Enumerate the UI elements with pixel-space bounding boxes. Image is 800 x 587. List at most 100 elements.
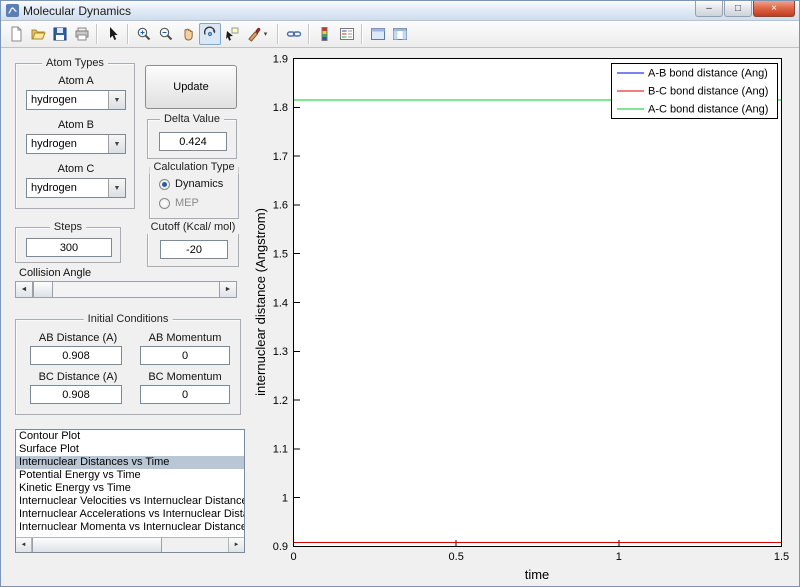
listbox-hscrollbar[interactable]: ◄ ► (16, 537, 244, 552)
slider-left-arrow[interactable]: ◄ (16, 282, 33, 297)
data-cursor-button[interactable] (221, 23, 243, 45)
new-figure-icon (11, 26, 22, 42)
atom-c-select[interactable]: hydrogen ▼ (26, 178, 126, 198)
y-tick-label: 1.2 (273, 395, 288, 407)
delta-value-panel: Delta Value 0.424 (147, 113, 237, 159)
chevron-down-icon[interactable]: ▼ (108, 91, 125, 109)
bc-momentum-field[interactable]: 0 (140, 385, 230, 404)
list-item[interactable]: Surface Plot (16, 443, 244, 456)
y-tick-label: 1.1 (273, 444, 288, 456)
delta-value-field[interactable]: 0.424 (159, 132, 227, 151)
save-figure-button[interactable] (49, 23, 71, 45)
list-item[interactable]: Contour Plot (16, 430, 244, 443)
open-file-icon (31, 29, 46, 40)
window-title: Molecular Dynamics (23, 3, 132, 18)
list-item[interactable]: Internuclear Momenta vs Internuclear Dis… (16, 521, 244, 534)
chevron-down-icon[interactable]: ▼ (108, 179, 125, 197)
y-tick-label: 1.4 (273, 297, 288, 309)
window-titlebar[interactable]: Molecular Dynamics – □ × (1, 1, 799, 21)
atom-types-panel: Atom Types Atom A hydrogen ▼ Atom B hydr… (15, 57, 135, 209)
show-plot-tools-button[interactable] (389, 23, 411, 45)
window-controls: – □ × (694, 1, 795, 17)
zoom-in-icon (137, 27, 151, 41)
atom-b-value: hydrogen (31, 138, 77, 150)
hscroll-thumb[interactable] (32, 538, 162, 552)
plot-area: 0.9 1 1.1 1.2 1.3 1.4 1.5 1.6 1.7 1.8 1.… (253, 53, 789, 582)
steps-field[interactable]: 300 (26, 238, 112, 257)
delta-value-title: Delta Value (159, 113, 225, 126)
radio-unselected-icon (159, 197, 170, 209)
hscroll-left-arrow[interactable]: ◄ (16, 538, 32, 552)
print-button[interactable] (71, 23, 93, 45)
list-item-selected[interactable]: Internuclear Distances vs Time (16, 456, 244, 469)
toolbar-separator (361, 24, 362, 44)
rotate-3d-icon (204, 26, 216, 37)
chevron-down-icon[interactable]: ▼ (108, 135, 125, 153)
list-item[interactable]: Potential Energy vs Time (16, 469, 244, 482)
ab-momentum-label: AB Momentum (148, 332, 222, 344)
edit-plot-button[interactable] (102, 23, 124, 45)
edit-arrow-icon (110, 27, 118, 40)
initial-conditions-title: Initial Conditions (83, 313, 173, 326)
hide-plot-tools-button[interactable] (367, 23, 389, 45)
hscroll-right-arrow[interactable]: ► (228, 538, 244, 552)
radio-mep-label: MEP (175, 197, 199, 209)
atom-c-value: hydrogen (31, 182, 77, 194)
slider-right-arrow[interactable]: ► (219, 282, 236, 297)
bc-distance-field[interactable]: 0.908 (30, 385, 122, 404)
open-file-button[interactable] (27, 23, 49, 45)
y-tick-label: 1.6 (273, 200, 288, 212)
show-plot-tools-icon (393, 28, 407, 40)
molecular-dynamics-window: Molecular Dynamics – □ × ▾ Atom Types At… (0, 0, 800, 587)
x-tick-labels: 0 0.5 1 1.5 (290, 551, 789, 563)
zoom-in-button[interactable] (133, 23, 155, 45)
minimize-button[interactable]: – (695, 1, 723, 17)
bc-distance-label: BC Distance (A) (38, 371, 118, 383)
ab-distance-label: AB Distance (A) (38, 332, 118, 344)
x-tick-label: 0 (290, 551, 296, 563)
list-item[interactable]: Internuclear Accelerations vs Internucle… (16, 508, 244, 521)
y-tick-label: 0.9 (273, 541, 288, 553)
atom-b-select[interactable]: hydrogen ▼ (26, 134, 126, 154)
pan-hand-icon (184, 28, 193, 41)
maximize-button[interactable]: □ (724, 1, 752, 17)
y-axis-label: internuclear distance (Angstrom) (253, 208, 268, 396)
slider-thumb[interactable] (33, 282, 53, 297)
y-tick-label: 1.3 (273, 346, 288, 358)
ab-momentum-field[interactable]: 0 (140, 346, 230, 365)
radio-mep[interactable]: MEP (159, 197, 199, 209)
list-item[interactable]: Kinetic Energy vs Time (16, 482, 244, 495)
ab-distance-field[interactable]: 0.908 (30, 346, 122, 365)
cutoff-field[interactable]: -20 (160, 240, 228, 259)
toolbar-separator (308, 24, 309, 44)
list-item[interactable]: Internuclear Velocities vs Internuclear … (16, 495, 244, 508)
link-plot-button[interactable] (283, 23, 305, 45)
chevron-down-icon: ▾ (263, 31, 268, 38)
radio-dynamics-label: Dynamics (175, 178, 224, 190)
insert-colorbar-button[interactable] (314, 23, 336, 45)
plot-type-listbox: Contour Plot Surface Plot Internuclear D… (15, 429, 245, 553)
hide-plot-tools-icon (371, 28, 385, 40)
zoom-out-button[interactable] (155, 23, 177, 45)
brush-icon (248, 27, 261, 42)
save-figure-icon (53, 27, 67, 41)
atom-a-select[interactable]: hydrogen ▼ (26, 90, 126, 110)
legend-label-ac: A-C bond distance (Ang) (648, 104, 768, 116)
y-tick-label: 1 (282, 493, 288, 505)
pan-button[interactable] (177, 23, 199, 45)
zoom-out-icon (159, 27, 173, 41)
plot-legend: A-B bond distance (Ang) B-C bond distanc… (611, 63, 778, 119)
data-cursor-icon (226, 27, 239, 41)
collision-angle-slider[interactable]: ◄ ► (15, 281, 237, 298)
atom-a-label: Atom A (58, 75, 94, 87)
insert-legend-icon (340, 28, 354, 40)
brush-data-button[interactable]: ▾ (243, 23, 271, 45)
insert-legend-button[interactable] (336, 23, 358, 45)
update-button[interactable]: Update (145, 65, 237, 109)
radio-dynamics[interactable]: Dynamics (159, 178, 223, 190)
close-button[interactable]: × (753, 1, 795, 17)
cutoff-panel: Cutoff (Kcal/ mol) -20 (146, 221, 240, 267)
y-tick-labels: 0.9 1 1.1 1.2 1.3 1.4 1.5 1.6 1.7 1.8 1.… (273, 53, 288, 553)
new-figure-button[interactable] (5, 23, 27, 45)
rotate-3d-button[interactable] (199, 23, 221, 45)
